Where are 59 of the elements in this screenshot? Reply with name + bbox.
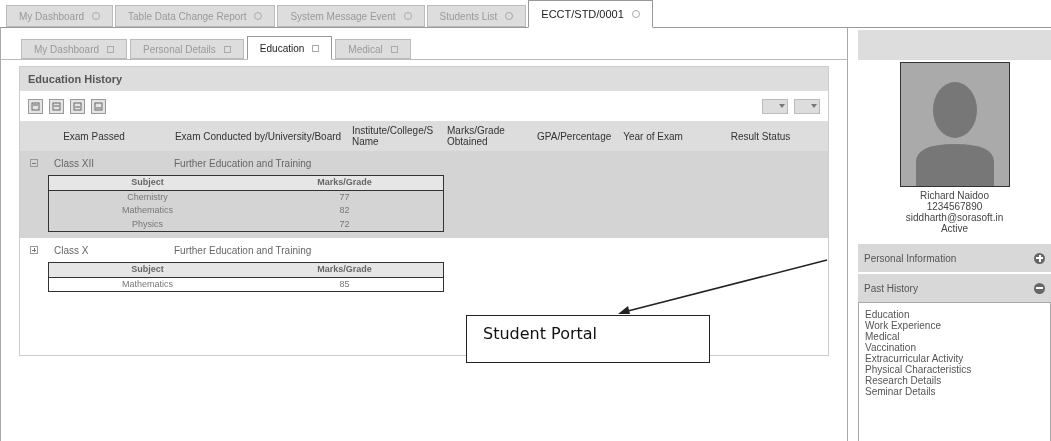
column-header: Marks/Grade Obtained bbox=[446, 125, 506, 147]
table-row[interactable]: Class XII Further Education and Training Subject Marks/Grade Chemistry 77 Mathematics 82 Physics 72 bbox=[20, 151, 828, 238]
accordion-header[interactable]: Past History bbox=[858, 274, 1051, 302]
dropdown-button[interactable] bbox=[794, 98, 820, 114]
callout-box: Student Portal bbox=[466, 315, 710, 363]
table-cell-text: 85 bbox=[338, 277, 351, 291]
collapse-icon[interactable] bbox=[30, 159, 38, 167]
history-link[interactable]: Research Details bbox=[865, 375, 1044, 386]
profile-status: Active bbox=[940, 223, 969, 234]
table-cell-text: 82 bbox=[338, 204, 351, 217]
table-cell-text: Further Education and Training bbox=[174, 156, 312, 171]
avatar-icon bbox=[899, 62, 1010, 187]
table-cell-text: 72 bbox=[338, 217, 351, 231]
close-icon[interactable] bbox=[390, 45, 398, 53]
column-header: Subject bbox=[130, 176, 165, 189]
table-cell-text: 77 bbox=[338, 190, 351, 204]
toolbar-icon[interactable] bbox=[70, 98, 85, 114]
profile-phone: 1234567890 bbox=[926, 201, 983, 212]
dropdown-button[interactable] bbox=[762, 98, 788, 114]
table-cell-text: Class XII bbox=[54, 156, 95, 171]
tab[interactable]: Education bbox=[246, 36, 333, 60]
history-link[interactable]: Seminar Details bbox=[865, 386, 1044, 397]
column-header: Exam Passed bbox=[62, 130, 126, 142]
accordion-header[interactable]: Personal Information bbox=[858, 244, 1051, 272]
column-header: Subject bbox=[130, 263, 165, 276]
column-header: Marks/Grade bbox=[316, 176, 373, 189]
history-link[interactable]: Extracurricular Activity bbox=[865, 353, 1044, 364]
column-header: GPA/Percentage bbox=[536, 130, 613, 142]
expand-icon bbox=[1034, 252, 1045, 264]
table-cell-text: Chemistry bbox=[126, 190, 169, 204]
table-cell-text: Further Education and Training bbox=[174, 243, 312, 258]
close-icon[interactable] bbox=[107, 45, 115, 53]
tab[interactable]: ECCT/STD/0001 bbox=[528, 0, 653, 28]
profile-name: Richard Naidoo bbox=[920, 190, 989, 201]
history-link[interactable]: Vaccination bbox=[865, 342, 1044, 353]
table-cell-text: Class X bbox=[54, 243, 90, 258]
toolbar-icon[interactable] bbox=[28, 98, 43, 114]
history-link[interactable]: Work Experience bbox=[865, 320, 1044, 331]
caret-icon bbox=[779, 104, 785, 108]
history-link[interactable]: Medical bbox=[865, 331, 1044, 342]
table-cell-text: Mathematics bbox=[121, 277, 174, 291]
column-header: Marks/Grade bbox=[316, 263, 373, 276]
column-header: Exam Conducted by/University/Board bbox=[173, 130, 343, 142]
history-link[interactable]: Physical Characteristics bbox=[865, 364, 1044, 375]
close-icon[interactable] bbox=[312, 44, 320, 52]
close-icon[interactable] bbox=[223, 45, 231, 53]
expand-icon[interactable] bbox=[30, 246, 38, 254]
column-header: Year of Exam bbox=[622, 130, 684, 142]
table-cell-text: Mathematics bbox=[121, 204, 174, 217]
column-header: Result Status bbox=[729, 130, 792, 142]
collapse-icon bbox=[1034, 282, 1045, 294]
panel-title: Education History bbox=[20, 67, 828, 91]
history-link[interactable]: Education bbox=[865, 309, 1044, 320]
column-header: Institute/College/S Name bbox=[351, 125, 435, 147]
toolbar-icon[interactable] bbox=[49, 98, 64, 114]
toolbar-icon[interactable] bbox=[91, 98, 106, 114]
caret-icon bbox=[811, 104, 817, 108]
profile-email: siddharth@sorasoft.in bbox=[905, 212, 1004, 223]
table-cell-text: Physics bbox=[131, 217, 164, 231]
